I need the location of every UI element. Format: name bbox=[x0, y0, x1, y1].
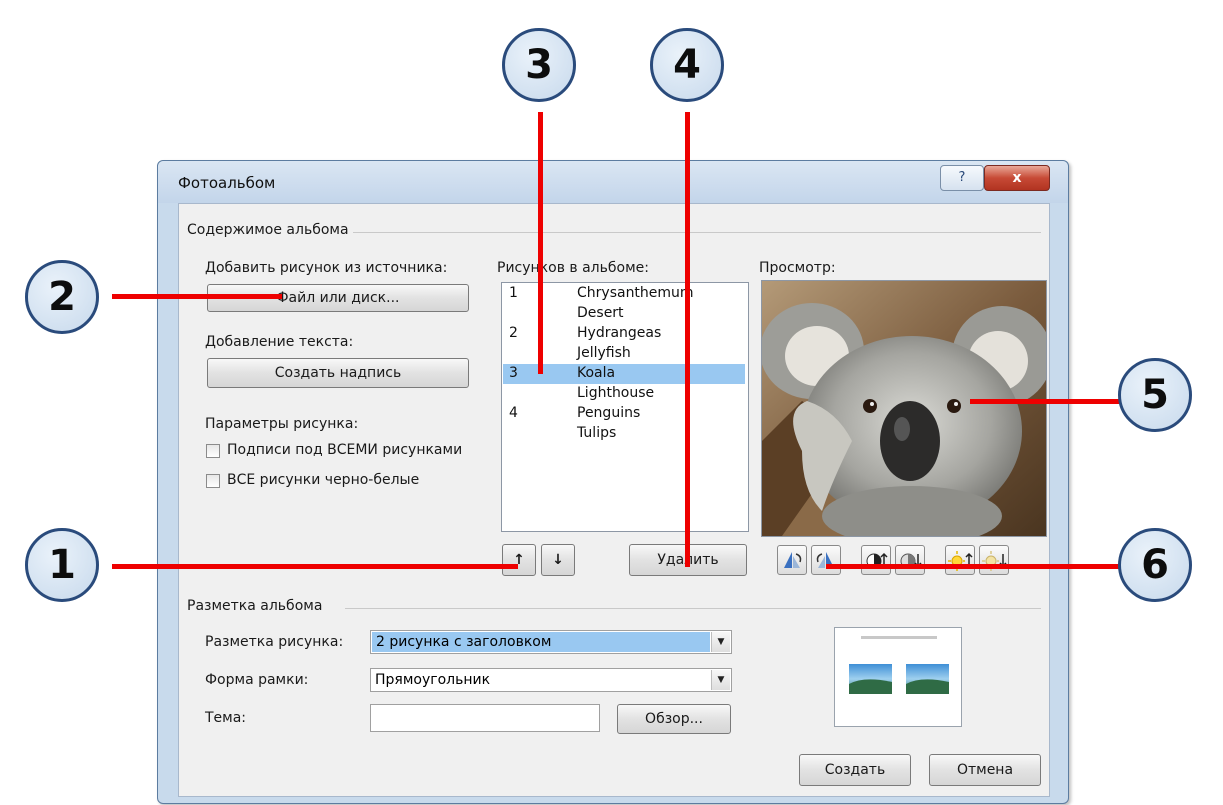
chevron-down-icon[interactable]: ▼ bbox=[711, 670, 730, 690]
add-text-label: Добавление текста: bbox=[205, 334, 354, 350]
list-item[interactable]: Lighthouse bbox=[503, 384, 745, 404]
callout-2-line bbox=[112, 294, 282, 299]
callout-6-line bbox=[826, 564, 1120, 569]
help-button[interactable]: ? bbox=[940, 165, 984, 191]
brightness-down-icon[interactable] bbox=[979, 545, 1009, 575]
frame-shape-select[interactable]: Прямоугольник ▼ bbox=[370, 668, 732, 692]
layout-preview bbox=[834, 627, 962, 727]
captions-checkbox[interactable] bbox=[206, 444, 220, 458]
picture-layout-label: Разметка рисунка: bbox=[205, 634, 344, 650]
callout-4-line bbox=[685, 112, 690, 567]
group-divider bbox=[353, 232, 1041, 233]
frame-shape-value: Прямоугольник bbox=[375, 672, 491, 688]
callout-4: 4 bbox=[650, 28, 724, 102]
captions-checkbox-label: Подписи под ВСЕМИ рисунками bbox=[227, 442, 463, 458]
chevron-down-icon[interactable]: ▼ bbox=[711, 632, 730, 652]
black-white-checkbox-label: ВСЕ рисунки черно-белые bbox=[227, 472, 420, 488]
pictures-in-album-label: Рисунков в альбоме: bbox=[497, 260, 649, 276]
title-bar: Фотоальбом ? x bbox=[158, 161, 1068, 203]
picture-layout-value: 2 рисунка с заголовком bbox=[372, 632, 710, 652]
frame-shape-label: Форма рамки: bbox=[205, 672, 309, 688]
dialog-client: Содержимое альбома Добавить рисунок из и… bbox=[178, 203, 1050, 797]
move-up-button[interactable]: ↑ bbox=[502, 544, 536, 576]
koala-photo bbox=[762, 281, 1046, 536]
create-button[interactable]: Создать bbox=[799, 754, 911, 786]
preview-image bbox=[761, 280, 1047, 537]
rotate-left-icon[interactable] bbox=[777, 545, 807, 575]
album-content-group-title: Содержимое альбома bbox=[187, 222, 349, 238]
callout-3-line bbox=[538, 112, 543, 374]
picture-options-label: Параметры рисунка: bbox=[205, 416, 359, 432]
cancel-button[interactable]: Отмена bbox=[929, 754, 1041, 786]
callout-1-line bbox=[112, 564, 518, 569]
dialog-title: Фотоальбом bbox=[178, 174, 276, 192]
callout-1: 1 bbox=[25, 528, 99, 602]
list-item[interactable]: Tulips bbox=[503, 424, 745, 444]
callout-6: 6 bbox=[1118, 528, 1192, 602]
contrast-down-icon[interactable] bbox=[895, 545, 925, 575]
add-from-source-label: Добавить рисунок из источника: bbox=[205, 260, 448, 276]
callout-5: 5 bbox=[1118, 358, 1192, 432]
group-divider bbox=[345, 608, 1041, 609]
photo-album-dialog: Фотоальбом ? x Содержимое альбома Добави… bbox=[157, 160, 1069, 804]
preview-title-bar bbox=[861, 636, 937, 639]
rotate-right-icon[interactable] bbox=[811, 545, 841, 575]
brightness-up-icon[interactable] bbox=[945, 545, 975, 575]
picture-layout-select[interactable]: 2 рисунка с заголовком ▼ bbox=[370, 630, 732, 654]
browse-button[interactable]: Обзор... bbox=[617, 704, 731, 734]
create-textbox-button[interactable]: Создать надпись bbox=[207, 358, 469, 388]
theme-input[interactable] bbox=[370, 704, 600, 732]
theme-label: Тема: bbox=[205, 710, 247, 726]
callout-2: 2 bbox=[25, 260, 99, 334]
black-white-checkbox[interactable] bbox=[206, 474, 220, 488]
callout-5-line bbox=[970, 399, 1120, 404]
move-down-button[interactable]: ↓ bbox=[541, 544, 575, 576]
contrast-up-icon[interactable] bbox=[861, 545, 891, 575]
preview-pictures bbox=[849, 664, 949, 694]
callout-3: 3 bbox=[502, 28, 576, 102]
album-layout-group-title: Разметка альбома bbox=[187, 598, 323, 614]
preview-label: Просмотр: bbox=[759, 260, 836, 276]
close-button[interactable]: x bbox=[984, 165, 1050, 191]
list-item[interactable]: 4 Penguins bbox=[503, 404, 745, 424]
